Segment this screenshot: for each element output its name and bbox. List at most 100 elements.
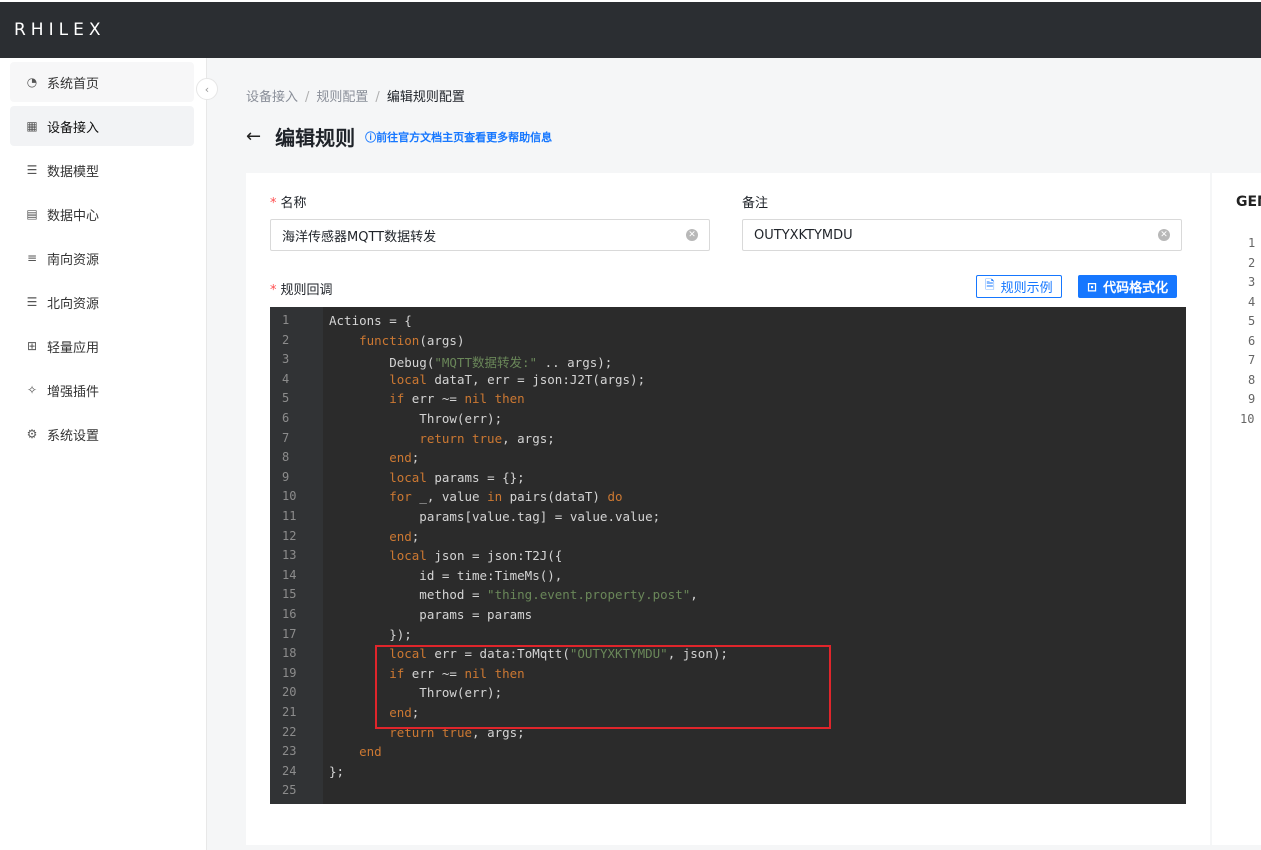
- sidebar-item-label: 系统首页: [47, 76, 100, 92]
- database-icon: ▤: [26, 207, 38, 221]
- breadcrumb: 设备接入 / 规则配置 / 编辑规则配置: [246, 86, 465, 105]
- code-line: end: [359, 744, 382, 759]
- sidebar-item-light-apps[interactable]: ⊞ 轻量应用: [10, 326, 194, 366]
- code-line: end;: [389, 529, 420, 544]
- code-line: end;: [389, 450, 420, 465]
- side-line-number: 6: [1248, 334, 1256, 348]
- side-line-number: 7: [1248, 353, 1256, 367]
- line-number: 1: [282, 313, 290, 327]
- sidebar-item-label: 数据模型: [47, 164, 100, 180]
- app-logo[interactable]: RHILEX: [14, 20, 105, 40]
- code-line: });: [329, 627, 412, 642]
- sidebar-item-label: 增强插件: [47, 384, 100, 400]
- device-icon: ▦: [26, 119, 38, 133]
- line-number: 15: [282, 587, 297, 601]
- sidebar-collapse-button[interactable]: ‹: [196, 78, 218, 100]
- code-line: Throw(err);: [329, 411, 503, 426]
- sidebar: ◔ 系统首页 ▦ 设备接入 ☰ 数据模型 ▤ 数据中心 ≡ 南向资源 ☰ 北向资…: [0, 58, 207, 850]
- south-icon: ≡: [26, 251, 38, 265]
- sidebar-item-north-resources[interactable]: ☰ 北向资源: [10, 282, 194, 322]
- line-number: 10: [282, 489, 297, 503]
- side-line-number: 1: [1248, 236, 1256, 250]
- sidebar-item-label: 设备接入: [47, 120, 100, 136]
- breadcrumb-separator: /: [305, 90, 310, 105]
- remark-input-value: OUTYXKTYMDU: [754, 227, 853, 243]
- breadcrumb-item[interactable]: 设备接入: [246, 90, 298, 105]
- model-icon: ☰: [26, 163, 38, 177]
- line-number: 14: [282, 568, 297, 582]
- rule-example-label: 规则示例: [1000, 281, 1053, 296]
- sidebar-item-home[interactable]: ◔ 系统首页: [10, 62, 194, 102]
- code-line: local params = {};: [389, 470, 525, 485]
- apps-icon: ⊞: [26, 339, 38, 353]
- line-number: 16: [282, 607, 297, 621]
- format-code-button[interactable]: ⊡ 代码格式化: [1078, 275, 1178, 298]
- sidebar-item-label: 轻量应用: [47, 340, 100, 356]
- code-line: if err ~= nil then: [389, 391, 525, 406]
- code-icon: ⊡: [1087, 279, 1098, 294]
- side-line-number: 2: [1248, 256, 1256, 270]
- required-mark: *: [270, 283, 277, 298]
- code-line: method = "thing.event.property.post",: [329, 587, 698, 602]
- line-number: 17: [282, 627, 297, 641]
- page-header: ← 编辑规则 ⓘ前往官方文档主页查看更多帮助信息: [246, 122, 552, 151]
- remark-input[interactable]: OUTYXKTYMDU ✕: [742, 219, 1182, 251]
- back-arrow-icon[interactable]: ←: [246, 126, 261, 147]
- code-line: Debug("MQTT数据转发:" .. args);: [329, 355, 613, 370]
- help-link-text: 前往官方文档主页查看更多帮助信息: [376, 130, 553, 144]
- code-line: for _, value in pairs(dataT) do: [389, 489, 623, 504]
- code-line: function(args): [359, 333, 465, 348]
- callback-label: * 规则回调: [270, 279, 333, 298]
- line-number: 19: [282, 666, 297, 680]
- code-line: local json = json:T2J({: [389, 548, 563, 563]
- annotation-highlight-box: [375, 645, 831, 729]
- breadcrumb-item[interactable]: 规则配置: [316, 90, 368, 105]
- callback-label-text: 规则回调: [280, 283, 333, 298]
- chevron-left-icon: ‹: [204, 82, 210, 96]
- breadcrumb-current: 编辑规则配置: [386, 90, 465, 105]
- name-input-value: 海洋传感器MQTT数据转发: [282, 229, 437, 245]
- rule-example-button[interactable]: 🗎 规则示例: [976, 275, 1062, 298]
- required-mark: *: [270, 196, 277, 211]
- gear-icon: ⚙: [26, 427, 38, 441]
- sidebar-item-label: 北向资源: [47, 296, 100, 312]
- name-label-text: 名称: [280, 196, 307, 211]
- line-number: 22: [282, 725, 297, 739]
- sidebar-item-data-model[interactable]: ☰ 数据模型: [10, 150, 194, 190]
- name-label: * 名称: [270, 192, 307, 211]
- remark-label: 备注: [742, 196, 769, 211]
- code-line: };: [329, 764, 345, 779]
- sidebar-item-label: 系统设置: [47, 428, 100, 444]
- question-circle-icon: ⓘ: [365, 130, 377, 144]
- line-number-gutter: 1 2 3 4 5 6 7 8 9 10 11 12 13 14 15 16 1…: [270, 307, 323, 804]
- help-link[interactable]: ⓘ前往官方文档主页查看更多帮助信息: [365, 129, 552, 145]
- line-number: 8: [282, 450, 290, 464]
- line-number: 20: [282, 685, 297, 699]
- breadcrumb-separator: /: [375, 90, 380, 105]
- sidebar-item-data-center[interactable]: ▤ 数据中心: [10, 194, 194, 234]
- line-number: 2: [282, 333, 290, 347]
- code-line: params[value.tag] = value.value;: [329, 509, 661, 524]
- clear-icon[interactable]: ✕: [686, 229, 698, 241]
- sidebar-item-device-access[interactable]: ▦ 设备接入: [10, 106, 194, 146]
- line-number: 3: [282, 352, 290, 366]
- side-line-number: 10: [1240, 412, 1255, 426]
- north-icon: ☰: [26, 295, 38, 309]
- sidebar-item-south-resources[interactable]: ≡ 南向资源: [10, 238, 194, 278]
- file-icon: 🗎: [985, 278, 995, 292]
- sidebar-item-settings[interactable]: ⚙ 系统设置: [10, 414, 194, 454]
- line-number: 23: [282, 744, 297, 758]
- code-editor[interactable]: 1 2 3 4 5 6 7 8 9 10 11 12 13 14 15 16 1…: [270, 307, 1186, 804]
- sidebar-item-plugins[interactable]: ✧ 增强插件: [10, 370, 194, 410]
- side-line-number: 8: [1248, 373, 1256, 387]
- page-title: 编辑规则: [275, 126, 356, 150]
- plugin-icon: ✧: [26, 383, 38, 397]
- side-line-number: 4: [1248, 295, 1256, 309]
- line-number: 4: [282, 372, 290, 386]
- name-input[interactable]: 海洋传感器MQTT数据转发 ✕: [270, 219, 710, 251]
- side-panel-card: [1212, 173, 1261, 845]
- line-number: 18: [282, 646, 297, 660]
- clear-icon[interactable]: ✕: [1158, 229, 1170, 241]
- top-bar: RHILEX: [0, 0, 1261, 58]
- code-line: Actions = {: [329, 313, 412, 328]
